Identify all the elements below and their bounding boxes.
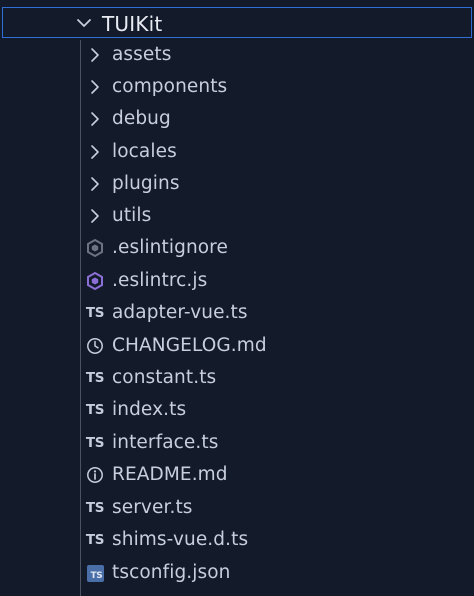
file-constant[interactable]: TS constant.ts — [0, 363, 474, 393]
file-eslintignore[interactable]: .eslintignore — [0, 233, 474, 263]
folder-tuikit[interactable]: TUIKit — [2, 7, 472, 38]
folder-label: components — [112, 76, 228, 97]
file-explorer: TUIKit assets components debug locales p… — [0, 0, 474, 596]
file-index[interactable]: TS index.ts — [0, 395, 474, 425]
typescript-icon: TS — [85, 532, 105, 548]
info-icon — [84, 464, 106, 486]
folder-assets[interactable]: assets — [0, 40, 474, 70]
folder-label: locales — [112, 141, 177, 162]
folder-label: assets — [112, 44, 172, 65]
file-label: index.ts — [112, 399, 187, 420]
file-eslintrc[interactable]: .eslintrc.js — [0, 266, 474, 296]
eslint-icon — [84, 270, 106, 292]
chevron-right-icon — [91, 209, 99, 223]
chevron-right-icon — [91, 145, 99, 159]
folder-label: utils — [112, 205, 152, 226]
chevron-down-icon — [77, 19, 91, 27]
folder-plugins[interactable]: plugins — [0, 169, 474, 199]
file-adapter-vue[interactable]: TS adapter-vue.ts — [0, 298, 474, 328]
eslint-ignore-icon — [84, 237, 106, 259]
chevron-right-icon — [91, 177, 99, 191]
folder-locales[interactable]: locales — [0, 137, 474, 167]
folder-utils[interactable]: utils — [0, 201, 474, 231]
folder-label: debug — [112, 108, 171, 129]
folder-debug[interactable]: debug — [0, 104, 474, 134]
typescript-icon: TS — [85, 370, 105, 386]
typescript-icon: TS — [85, 435, 105, 451]
file-changelog[interactable]: CHANGELOG.md — [0, 331, 474, 361]
file-readme[interactable]: README.md — [0, 460, 474, 490]
file-label: .eslintrc.js — [112, 270, 208, 291]
file-shims-vue[interactable]: TS shims-vue.d.ts — [0, 525, 474, 555]
file-label: interface.ts — [112, 432, 219, 453]
file-label: .eslintignore — [112, 237, 228, 258]
clock-icon — [84, 335, 106, 357]
file-label: constant.ts — [112, 367, 217, 388]
file-label: CHANGELOG.md — [112, 335, 267, 356]
file-interface[interactable]: TS interface.ts — [0, 428, 474, 458]
file-label: shims-vue.d.ts — [112, 529, 249, 550]
file-label: tsconfig.json — [112, 562, 231, 583]
typescript-icon: TS — [85, 500, 105, 516]
file-label: README.md — [112, 464, 228, 485]
file-label: server.ts — [112, 497, 193, 518]
file-tsconfig[interactable]: TS tsconfig.json — [0, 558, 474, 588]
tsconfig-icon: TS — [84, 562, 106, 584]
folder-label: TUIKit — [102, 12, 163, 36]
folder-label: plugins — [112, 173, 180, 194]
file-server[interactable]: TS server.ts — [0, 493, 474, 523]
chevron-right-icon — [91, 80, 99, 94]
typescript-icon: TS — [85, 305, 105, 321]
file-label: adapter-vue.ts — [112, 302, 248, 323]
chevron-right-icon — [91, 112, 99, 126]
typescript-icon: TS — [85, 402, 105, 418]
folder-components[interactable]: components — [0, 72, 474, 102]
chevron-right-icon — [91, 48, 99, 62]
